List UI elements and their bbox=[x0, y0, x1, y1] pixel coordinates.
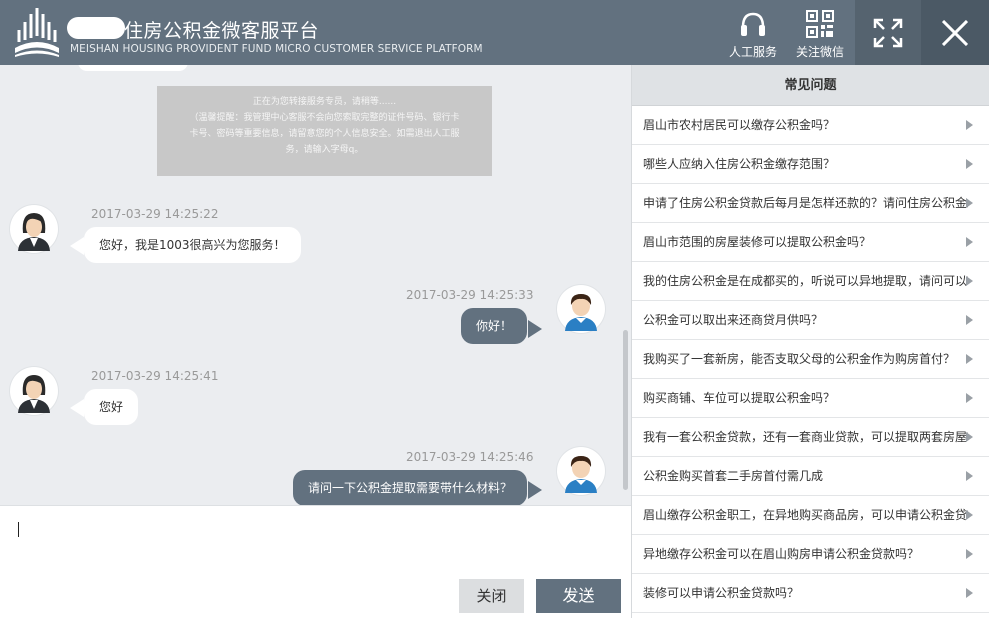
chevron-right-icon bbox=[966, 354, 973, 364]
chat-message-area[interactable]: 正在为您转接服务专员，请稍等...... （温馨提醒：我管理中心客服不会向您索取… bbox=[0, 65, 631, 505]
faq-question: 公积金购买首套二手房首付需几成 bbox=[643, 469, 824, 483]
chevron-right-icon bbox=[966, 159, 973, 169]
user-avatar bbox=[557, 285, 605, 333]
send-button[interactable]: 发送 bbox=[536, 579, 621, 613]
chevron-right-icon bbox=[966, 315, 973, 325]
headset-icon bbox=[741, 12, 765, 36]
bubble-tail bbox=[528, 481, 542, 499]
bubble-tail bbox=[70, 399, 84, 417]
message-timestamp: 2017-03-29 14:25:22 bbox=[91, 207, 219, 221]
agent-avatar bbox=[10, 205, 58, 253]
human-service-label: 人工服务 bbox=[728, 45, 777, 59]
faq-panel: 常见问题 眉山市农村居民可以缴存公积金吗？ 哪些人应纳入住房公积金缴存范围？ 申请了… bbox=[631, 65, 989, 618]
faq-item[interactable]: 我有一套公积金贷款，还有一套商业贷款，可以提取两套房屋？ bbox=[632, 418, 989, 457]
user-avatar bbox=[557, 447, 605, 495]
chevron-right-icon bbox=[966, 471, 973, 481]
system-notice-line: （温馨提醒：我管理中心客服不会向您索取完整的证件号码、银行卡 bbox=[189, 113, 460, 123]
faq-item[interactable]: 眉山市范围的房屋装修可以提取公积金吗？ bbox=[632, 223, 989, 262]
female-agent-icon bbox=[18, 213, 50, 251]
user-message-bubble: 请问一下公积金提取需要带什么材料？ bbox=[293, 470, 528, 505]
male-user-icon bbox=[565, 456, 597, 493]
faq-question: 申请了住房公积金贷款后每月是怎样还款的？请问住房公积金工 bbox=[643, 196, 968, 210]
faq-list: 眉山市农村居民可以缴存公积金吗？ 哪些人应纳入住房公积金缴存范围？ 申请了住房公积金… bbox=[632, 106, 989, 613]
faq-question: 装修可以申请公积金贷款吗？ bbox=[643, 586, 800, 600]
chevron-right-icon bbox=[966, 510, 973, 520]
message-input-area[interactable]: 关闭 发送 bbox=[0, 505, 631, 618]
faq-title: 常见问题 bbox=[632, 65, 989, 106]
user-message-bubble: 你好！ bbox=[461, 308, 528, 344]
expand-button[interactable] bbox=[855, 0, 921, 65]
faq-item[interactable]: 购买商铺、车位可以提取公积金吗？ bbox=[632, 379, 989, 418]
follow-wechat-label: 关注微信 bbox=[795, 45, 844, 59]
system-notice: 正在为您转接服务专员，请稍等...... （温馨提醒：我管理中心客服不会向您索取… bbox=[157, 86, 492, 176]
faq-item[interactable]: 眉山缴存公积金职工，在异地购买商品房，可以申请公积金贷？ bbox=[632, 496, 989, 535]
faq-item[interactable]: 我购买了一套新房，能否支取父母的公积金作为购房首付？ bbox=[632, 340, 989, 379]
expand-icon bbox=[873, 18, 903, 48]
chat-scrollbar[interactable] bbox=[623, 330, 628, 490]
close-icon bbox=[942, 20, 968, 46]
faq-item[interactable]: 装修可以申请公积金贷款吗？ bbox=[632, 574, 989, 613]
agent-message-bubble: 您好 bbox=[84, 389, 139, 425]
faq-item[interactable]: 申请了住房公积金贷款后每月是怎样还款的？请问住房公积金工 bbox=[632, 184, 989, 223]
faq-question: 眉山市农村居民可以缴存公积金吗？ bbox=[643, 118, 836, 132]
qr-code-icon bbox=[806, 10, 834, 38]
chevron-right-icon bbox=[966, 393, 973, 403]
faq-question: 哪些人应纳入住房公积金缴存范围？ bbox=[643, 157, 836, 171]
follow-wechat-button[interactable]: 关注微信 bbox=[788, 0, 852, 65]
faq-question: 眉山市范围的房屋装修可以提取公积金吗？ bbox=[643, 235, 872, 249]
message-timestamp: 2017-03-29 14:25:33 bbox=[406, 288, 534, 302]
text-caret bbox=[18, 522, 19, 537]
close-window-button[interactable] bbox=[921, 0, 989, 65]
faq-question: 异地缴存公积金可以在眉山购房申请公积金贷款吗？ bbox=[643, 547, 920, 561]
chevron-right-icon bbox=[966, 432, 973, 442]
faq-question: 我的住房公积金是在成都买的，听说可以异地提取，请问可以？ bbox=[643, 274, 968, 288]
previous-message-bubble bbox=[78, 65, 188, 71]
message-timestamp: 2017-03-29 14:25:41 bbox=[91, 369, 219, 383]
faq-item[interactable]: 公积金可以取出来还商贷月供吗？ bbox=[632, 301, 989, 340]
chevron-right-icon bbox=[966, 276, 973, 286]
bubble-tail bbox=[70, 237, 84, 255]
close-chat-button[interactable]: 关闭 bbox=[459, 579, 524, 613]
chevron-right-icon bbox=[966, 120, 973, 130]
chat-window: 住房公积金微客服平台 MEISHAN HOUSING PROVIDENT FUN… bbox=[0, 0, 989, 618]
chevron-right-icon bbox=[966, 549, 973, 559]
faq-item[interactable]: 我的住房公积金是在成都买的，听说可以异地提取，请问可以？ bbox=[632, 262, 989, 301]
female-agent-icon bbox=[18, 375, 50, 413]
system-notice-line: 务，请输入字母q。 bbox=[285, 145, 364, 155]
building-logo-icon bbox=[15, 8, 59, 57]
faq-question: 购买商铺、车位可以提取公积金吗？ bbox=[643, 391, 836, 405]
male-user-icon bbox=[565, 294, 597, 331]
faq-item[interactable]: 异地缴存公积金可以在眉山购房申请公积金贷款吗？ bbox=[632, 535, 989, 574]
message-timestamp: 2017-03-29 14:25:46 bbox=[406, 450, 534, 464]
faq-item[interactable]: 哪些人应纳入住房公积金缴存范围？ bbox=[632, 145, 989, 184]
faq-item[interactable]: 公积金购买首套二手房首付需几成 bbox=[632, 457, 989, 496]
title-redaction bbox=[67, 17, 125, 39]
chevron-right-icon bbox=[966, 588, 973, 598]
chevron-right-icon bbox=[966, 237, 973, 247]
faq-item[interactable]: 眉山市农村居民可以缴存公积金吗？ bbox=[632, 106, 989, 145]
system-notice-line: 正在为您转接服务专员，请稍等...... bbox=[252, 97, 397, 107]
app-title: 住房公积金微客服平台 bbox=[124, 20, 320, 42]
faq-question: 公积金可以取出来还商贷月供吗？ bbox=[643, 313, 824, 327]
app-subtitle: MEISHAN HOUSING PROVIDENT FUND MICRO CUS… bbox=[70, 43, 483, 55]
header-bar: 住房公积金微客服平台 MEISHAN HOUSING PROVIDENT FUN… bbox=[0, 0, 989, 65]
human-service-button[interactable]: 人工服务 bbox=[722, 0, 784, 65]
bubble-tail bbox=[528, 320, 542, 338]
faq-question: 我购买了一套新房，能否支取父母的公积金作为购房首付？ bbox=[643, 352, 956, 366]
agent-message-bubble: 您好，我是1003很高兴为您服务！ bbox=[84, 227, 301, 263]
faq-question: 眉山缴存公积金职工，在异地购买商品房，可以申请公积金贷？ bbox=[643, 508, 968, 522]
agent-avatar bbox=[10, 367, 58, 415]
faq-question: 我有一套公积金贷款，还有一套商业贷款，可以提取两套房屋？ bbox=[643, 430, 968, 444]
chevron-right-icon bbox=[966, 198, 973, 208]
system-notice-line: 卡号、密码等重要信息，请留意您的个人信息安全。如需退出人工服 bbox=[189, 129, 460, 139]
